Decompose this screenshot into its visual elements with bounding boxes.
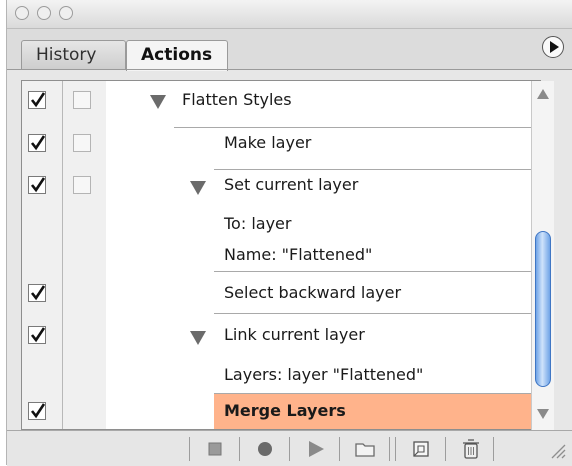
row-divider [214,313,540,314]
dialog-toggle[interactable] [73,176,91,194]
palette-menu-button[interactable] [542,36,564,58]
toolbar-separator [389,437,390,461]
toolbar-separator [289,437,290,461]
scrollbar-thumb[interactable] [535,231,551,387]
checkmark-icon [30,327,46,343]
toolbar-separator [395,437,396,461]
checkmark-icon [30,135,46,151]
palette-menu-arrow-icon [550,41,559,53]
action-row-label[interactable]: Link current layer [224,325,365,344]
checkmark-icon [30,285,46,301]
stop-icon[interactable] [197,435,233,463]
palette-toolbar [7,430,572,466]
zoom-window-button[interactable] [59,6,73,20]
toggle-checkbox[interactable] [28,91,46,109]
toolbar-separator [339,437,340,461]
dialog-toggle[interactable] [73,134,91,152]
column-divider [62,81,63,429]
row-divider [214,271,540,272]
toolbar-separator [189,437,190,461]
action-row-label[interactable]: Flatten Styles [182,90,292,109]
checkmark-icon [30,92,46,108]
action-row-label[interactable]: Name: "Flattened" [224,245,372,264]
trash-icon[interactable] [453,435,489,463]
action-row-label[interactable]: Merge Layers [224,401,346,420]
toolbar-separator [239,437,240,461]
tab-divider [7,69,572,70]
action-row-label[interactable]: Layers: layer "Flattened" [224,365,423,384]
new-action-icon[interactable] [403,435,439,463]
actions-palette-window: History Actions Flatten Styles Make laye… [6,0,572,466]
close-window-button[interactable] [15,6,29,20]
expand-triangle-icon[interactable] [190,181,206,195]
minimize-window-button[interactable] [37,6,51,20]
dialog-toggle[interactable] [73,91,91,109]
toggle-checkbox[interactable] [28,134,46,152]
toggle-checkbox[interactable] [28,326,46,344]
toolbar-separator [445,437,446,461]
toggle-checkbox[interactable] [28,402,46,420]
toggle-checkbox[interactable] [28,284,46,302]
new-set-folder-icon[interactable] [347,435,383,463]
actions-list: Flatten Styles Make layer Set current la… [21,80,541,430]
checkmark-icon [30,177,46,193]
tab-actions[interactable]: Actions [126,40,228,71]
checkmark-icon [30,403,46,419]
vertical-scrollbar[interactable] [531,81,554,430]
tab-bar: History Actions [7,29,572,71]
action-row-label[interactable]: Select backward layer [224,283,401,302]
action-row-label[interactable]: To: layer [224,214,291,233]
row-divider [174,127,540,128]
play-icon[interactable] [297,435,333,463]
title-bar[interactable] [7,0,572,29]
scroll-down-arrow-icon[interactable] [537,409,549,419]
expand-triangle-icon[interactable] [150,95,166,109]
toggle-checkbox[interactable] [28,176,46,194]
tab-history[interactable]: History [21,40,126,70]
record-icon[interactable] [247,435,283,463]
toolbar-separator [493,437,494,461]
expand-triangle-icon[interactable] [190,331,206,345]
resize-grip-icon[interactable] [548,441,566,459]
row-divider [214,169,540,170]
scroll-up-arrow-icon[interactable] [537,89,549,99]
action-row-label[interactable]: Set current layer [224,175,358,194]
action-row-label[interactable]: Make layer [224,133,311,152]
